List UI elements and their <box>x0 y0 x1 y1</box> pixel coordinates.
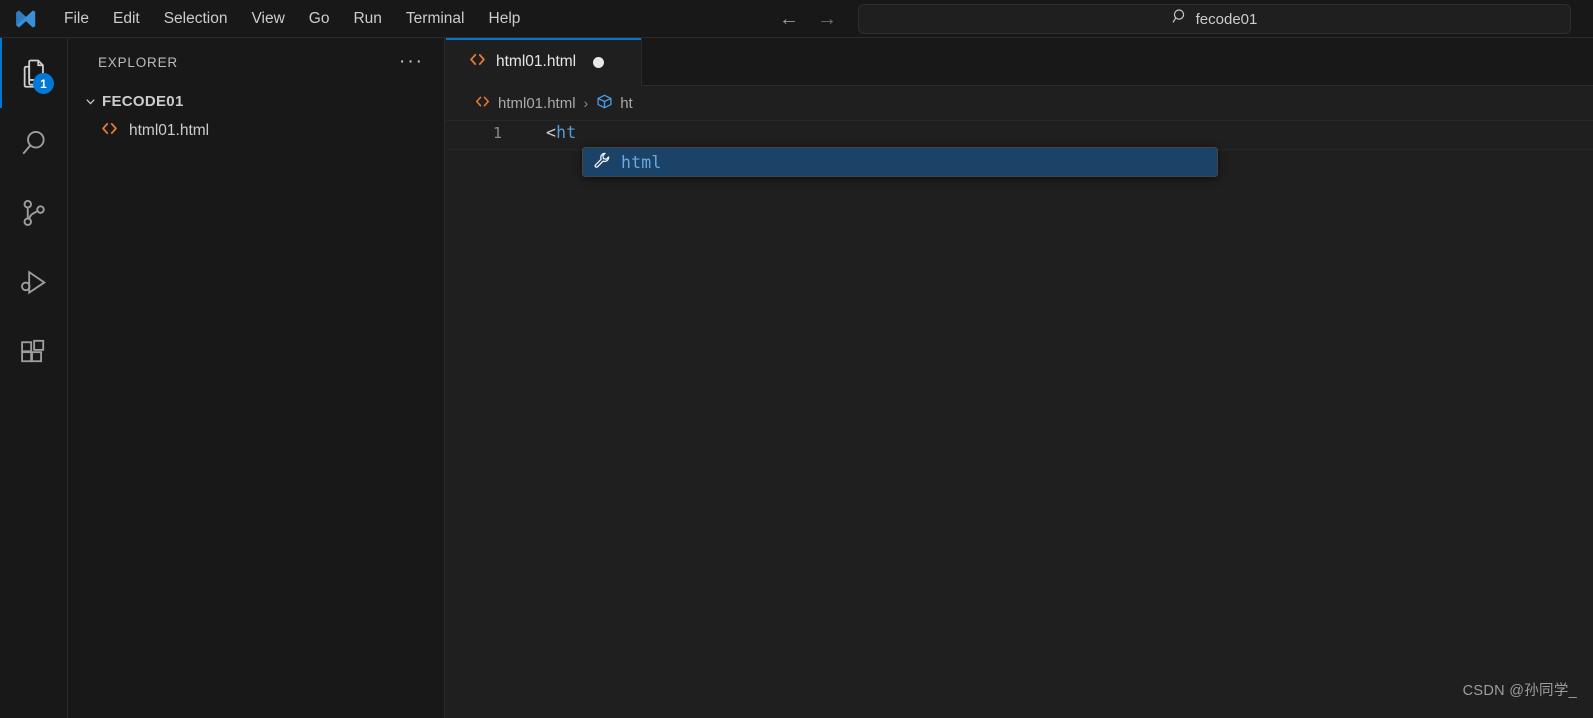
menu-run[interactable]: Run <box>341 6 393 32</box>
source-control-branch-icon <box>17 196 51 230</box>
active-indicator <box>0 248 2 318</box>
suggestion-widget[interactable]: html <box>582 147 1218 177</box>
sidebar-header: EXPLORER ··· <box>68 38 444 86</box>
menu-file[interactable]: File <box>52 6 101 32</box>
code-token-punct: < <box>546 123 557 142</box>
search-icon <box>1172 8 1189 30</box>
activitybar-item-search[interactable] <box>0 108 68 178</box>
menu-bar: File Edit Selection View Go Run Terminal… <box>52 0 532 38</box>
explorer-file-html01[interactable]: html01.html <box>68 116 444 146</box>
activitybar-item-source-control[interactable] <box>0 178 68 248</box>
ellipsis-icon[interactable]: ··· <box>395 51 428 73</box>
navigation-controls: ← → <box>770 0 846 38</box>
breadcrumb-item-symbol[interactable]: ht <box>596 93 633 114</box>
explorer-folder-label: FECODE01 <box>102 92 184 110</box>
search-icon <box>17 126 51 160</box>
editor-group: html01.html html01.html › ht 1 <ht html <box>446 38 1593 718</box>
activity-bar: 1 <box>0 38 68 718</box>
editor-tab-bar: html01.html <box>446 38 1593 86</box>
arrow-right-icon[interactable]: → <box>808 0 846 38</box>
suggestion-label: html <box>621 152 662 172</box>
csdn-watermark: CSDN @孙同学_ <box>1462 683 1577 699</box>
vscode-window: File Edit Selection View Go Run Terminal… <box>0 0 1593 718</box>
title-bar: File Edit Selection View Go Run Terminal… <box>0 0 1593 38</box>
explorer-folder-root[interactable]: FECODE01 <box>68 86 444 116</box>
activitybar-item-run-and-debug[interactable] <box>0 248 68 318</box>
current-line-highlight <box>446 120 1593 150</box>
activitybar-item-extensions[interactable] <box>0 318 68 388</box>
menu-go[interactable]: Go <box>297 6 342 32</box>
unsaved-changes-indicator[interactable] <box>593 56 605 68</box>
code-token-tag: ht <box>556 123 577 142</box>
explorer-file-label: html01.html <box>129 122 210 139</box>
suggestion-item-html[interactable]: html <box>583 148 1217 176</box>
breadcrumb-symbol-label: ht <box>620 94 633 112</box>
menu-help[interactable]: Help <box>477 6 533 32</box>
explorer-badge: 1 <box>33 73 54 94</box>
activitybar-item-explorer[interactable]: 1 <box>0 38 68 108</box>
active-indicator <box>0 178 2 248</box>
editor-tab-label: html01.html <box>496 53 577 70</box>
menu-terminal[interactable]: Terminal <box>394 6 477 32</box>
active-indicator <box>0 108 2 178</box>
menu-view[interactable]: View <box>239 6 296 32</box>
command-center-text: fecode01 <box>1195 10 1258 28</box>
vscode-logo-icon <box>0 0 52 38</box>
menu-selection[interactable]: Selection <box>152 6 240 32</box>
menu-edit[interactable]: Edit <box>101 6 152 32</box>
explorer-sidebar: EXPLORER ··· FECODE01 html01.html <box>68 38 445 718</box>
breadcrumb-file-label: html01.html <box>498 94 576 112</box>
html-file-icon <box>474 93 491 114</box>
editor-tab-html01[interactable]: html01.html <box>446 38 642 86</box>
code-line-1: <ht <box>546 123 576 142</box>
active-indicator <box>0 38 2 108</box>
line-number-1: 1 <box>492 124 502 142</box>
sidebar-title: EXPLORER <box>98 54 178 70</box>
symbol-cube-icon <box>596 93 613 114</box>
snippet-wrench-icon <box>593 151 611 174</box>
code-editor[interactable]: 1 <ht html <box>446 120 1593 718</box>
command-center[interactable]: fecode01 <box>858 4 1571 34</box>
arrow-left-icon[interactable]: ← <box>770 0 808 38</box>
extensions-blocks-icon <box>17 336 51 370</box>
active-indicator <box>0 318 2 388</box>
breadcrumb-separator: › <box>583 95 589 111</box>
html-file-icon <box>100 119 119 143</box>
html-file-icon <box>468 50 487 74</box>
run-and-debug-icon <box>17 266 51 300</box>
breadcrumb-item-file[interactable]: html01.html <box>474 93 576 114</box>
active-tab-indicator <box>446 38 641 40</box>
breadcrumb: html01.html › ht <box>446 86 1593 120</box>
chevron-down-icon <box>78 94 102 109</box>
